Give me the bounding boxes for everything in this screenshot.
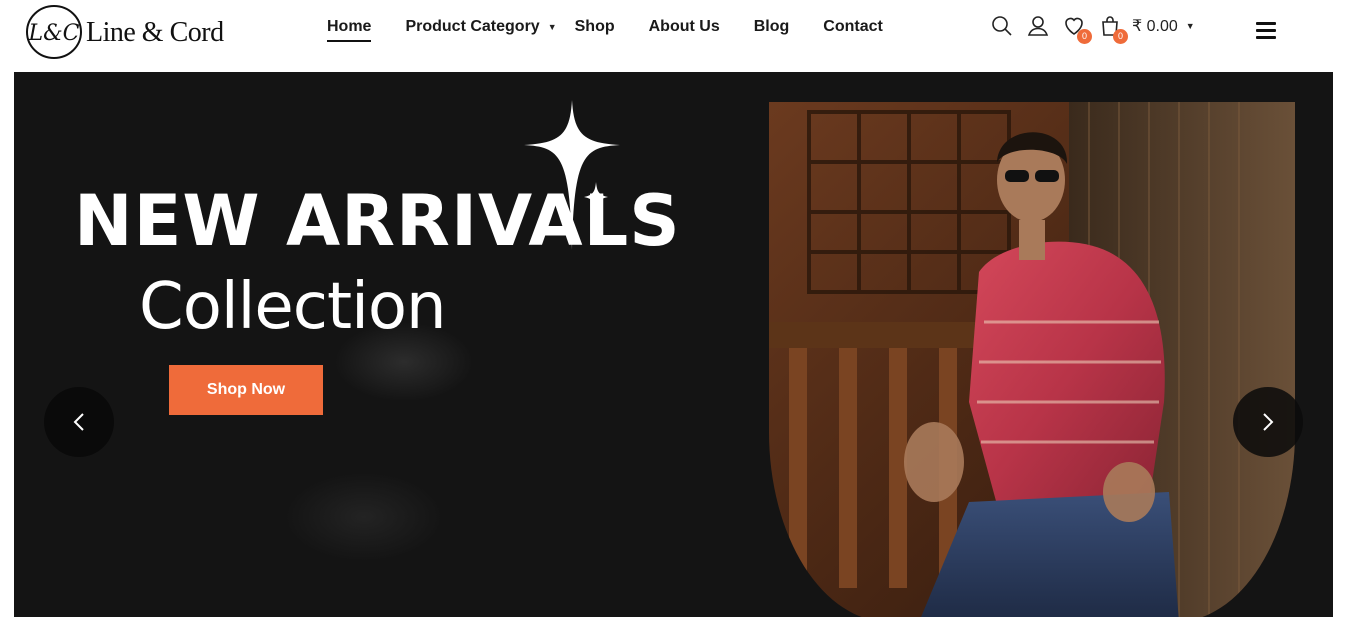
caret-down-icon: ▼ (547, 22, 557, 32)
logo-monogram-icon: L&C (26, 4, 84, 60)
nav-item-shop[interactable]: Shop (575, 18, 615, 36)
hero-model-photo (769, 102, 1295, 617)
hero-subheadline: Collection (139, 270, 447, 344)
site-logo[interactable]: L&C Line & Cord (26, 4, 224, 60)
chevron-left-icon (73, 413, 84, 431)
nav-item-product-category-label: Product Category (405, 18, 540, 35)
hamburger-menu-icon[interactable] (1256, 22, 1276, 42)
nav-item-blog[interactable]: Blog (754, 18, 790, 36)
slider-prev-button[interactable] (44, 387, 114, 457)
cart-total-dropdown[interactable]: ₹ 0.00 ▼ (1132, 16, 1195, 36)
hero-headline: NEW ARRIVALS (74, 180, 681, 262)
main-navigation: Home Product Category ▼ Shop About Us Bl… (327, 18, 883, 42)
nav-item-contact[interactable]: Contact (823, 18, 883, 36)
cart-count-badge: 0 (1113, 29, 1128, 44)
header-actions: 0 0 ₹ 0.00 ▼ (990, 14, 1195, 44)
nav-item-about-us[interactable]: About Us (649, 18, 720, 36)
wishlist-button[interactable]: 0 (1062, 14, 1092, 44)
site-header: L&C Line & Cord Home Product Category ▼ … (0, 0, 1348, 72)
brand-name: Line & Cord (86, 17, 224, 48)
user-icon[interactable] (1026, 14, 1050, 38)
search-icon[interactable] (990, 14, 1014, 38)
hero-gutter-left (0, 72, 14, 617)
smoke-decoration (284, 472, 444, 562)
wishlist-count-badge: 0 (1077, 29, 1092, 44)
slider-next-button[interactable] (1233, 387, 1303, 457)
cart-total: ₹ 0.00 (1132, 18, 1178, 35)
logo-monogram-text: L&C (27, 21, 79, 46)
chevron-right-icon (1263, 413, 1274, 431)
hero-gutter-right (1333, 72, 1348, 617)
hero-slider: NEW ARRIVALS Collection Shop Now (14, 72, 1333, 617)
nav-item-home[interactable]: Home (327, 18, 372, 42)
caret-down-icon: ▼ (1185, 21, 1195, 31)
cart-button[interactable]: 0 (1098, 14, 1128, 44)
shop-now-button[interactable]: Shop Now (169, 365, 323, 415)
nav-item-product-category[interactable]: Product Category ▼ (405, 18, 556, 36)
